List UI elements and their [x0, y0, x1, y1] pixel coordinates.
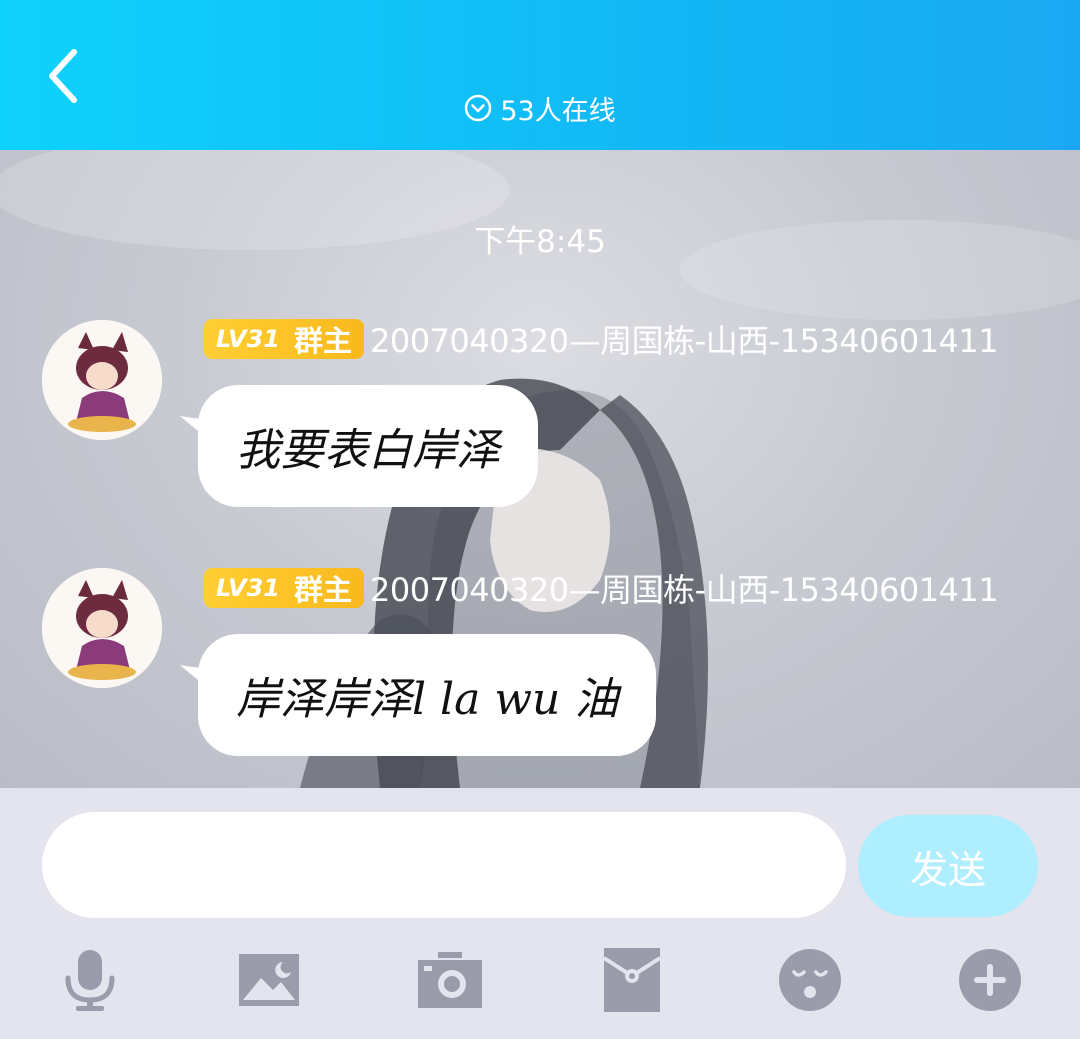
image-icon[interactable]: [237, 948, 301, 1012]
input-panel: 发送: [0, 788, 1080, 1039]
message-meta: LV31 群主 2007040320—周国栋-山西-15340601411: [204, 316, 999, 362]
emoji-icon[interactable]: [778, 948, 842, 1012]
sender-name[interactable]: 2007040320—周国栋-山西-15340601411: [370, 565, 999, 611]
message-timestamp: 下午8:45: [474, 224, 606, 260]
microphone-icon[interactable]: [58, 948, 122, 1012]
chat-header: 53人在线: [0, 0, 1080, 150]
level-badge: LV31 群主: [204, 319, 364, 359]
message-meta: LV31 群主 2007040320—周国栋-山西-15340601411: [204, 565, 999, 611]
send-button[interactable]: 发送: [858, 815, 1038, 917]
chevron-down-circle-icon: [465, 94, 492, 122]
level-badge: LV31 群主: [204, 568, 364, 608]
avatar-image: [42, 320, 162, 440]
avatar-image: [42, 568, 162, 688]
plus-icon[interactable]: [958, 948, 1022, 1012]
online-count[interactable]: 53人在线: [0, 88, 1080, 128]
red-packet-icon[interactable]: [600, 948, 664, 1012]
message-bubble[interactable]: 岸泽岸泽l la wu 油: [198, 634, 657, 756]
message-input[interactable]: [42, 812, 846, 918]
badge-role: 群主: [293, 324, 352, 358]
badge-level: LV31: [216, 574, 280, 602]
camera-icon[interactable]: [418, 948, 482, 1012]
badge-level: LV31: [216, 325, 280, 353]
sender-name[interactable]: 2007040320—周国栋-山西-15340601411: [370, 316, 999, 362]
badge-role: 群主: [293, 573, 352, 607]
online-count-text: 53人在线: [500, 95, 616, 127]
avatar[interactable]: [42, 320, 162, 440]
message-bubble[interactable]: 我要表白岸泽: [198, 385, 538, 507]
avatar[interactable]: [42, 568, 162, 688]
